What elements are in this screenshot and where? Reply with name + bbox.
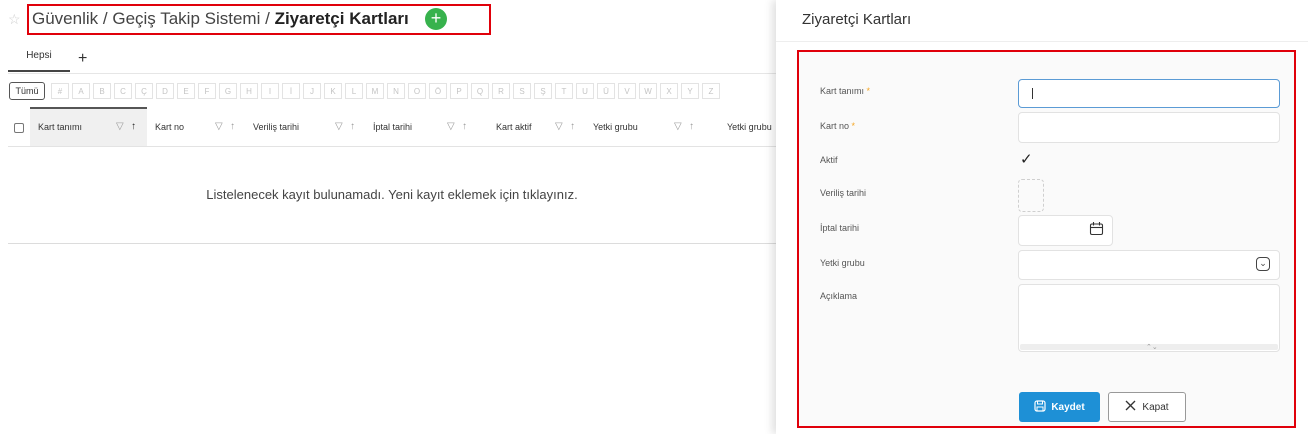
breadcrumb: Güvenlik / Geçiş Takip Sistemi / Ziyaret… <box>32 9 409 29</box>
alphabet-letter[interactable]: F <box>198 83 216 99</box>
alphabet-letter[interactable]: M <box>366 83 384 99</box>
alphabet-letter[interactable]: Ç <box>135 83 153 99</box>
aktif-label: Aktif <box>820 155 838 165</box>
breadcrumb-separator: / <box>265 9 270 28</box>
add-record-button[interactable]: + <box>425 8 447 30</box>
alphabet-letter[interactable]: Ü <box>597 83 615 99</box>
aktif-checkbox[interactable]: ✓ <box>1020 150 1033 168</box>
alphabet-letter[interactable]: E <box>177 83 195 99</box>
alphabet-letter[interactable]: Z <box>702 83 720 99</box>
close-button-label: Kapat <box>1142 401 1169 413</box>
alphabet-letter[interactable]: V <box>618 83 636 99</box>
required-marker: * <box>866 86 871 96</box>
column-header-kart-no[interactable]: Kart no <box>155 122 184 132</box>
panel-header-divider <box>776 41 1308 42</box>
checkmark-icon: ✓ <box>1020 151 1033 168</box>
alphabet-letter[interactable]: S <box>513 83 531 99</box>
select-all-checkbox[interactable] <box>14 123 24 133</box>
kart-no-input[interactable] <box>1018 112 1280 143</box>
alphabet-letter[interactable]: A <box>72 83 90 99</box>
alphabet-letter[interactable]: H <box>240 83 258 99</box>
verilis-tarihi-label: Veriliş tarihi <box>820 188 867 198</box>
plus-circle-icon: + <box>430 8 442 28</box>
breadcrumb-access-tracking[interactable]: Geçiş Takip Sistemi <box>112 9 260 28</box>
text-cursor <box>1032 88 1033 99</box>
sort-icon[interactable]: ↑ <box>350 121 355 132</box>
breadcrumb-security[interactable]: Güvenlik <box>32 9 98 28</box>
tab-hepsi[interactable]: Hepsi <box>8 50 70 72</box>
save-button-label: Kaydet <box>1051 401 1085 413</box>
alphabet-letter[interactable]: U <box>576 83 594 99</box>
add-tab-button[interactable]: + <box>78 50 87 68</box>
alphabet-letter[interactable]: Ö <box>429 83 447 99</box>
column-header-yetki-grubu[interactable]: Yetki grubu <box>593 122 638 132</box>
alphabet-letter[interactable]: C <box>114 83 132 99</box>
aciklama-textarea[interactable] <box>1018 284 1280 352</box>
alphabet-letter[interactable]: # <box>51 83 69 99</box>
alphabet-letter[interactable]: W <box>639 83 657 99</box>
alphabet-letter[interactable]: R <box>492 83 510 99</box>
alphabet-letter[interactable]: T <box>555 83 573 99</box>
save-button[interactable]: Kaydet <box>1019 392 1100 422</box>
alphabet-letter[interactable]: P <box>450 83 468 99</box>
sort-icon[interactable]: ↑ <box>462 121 467 132</box>
alphabet-letter[interactable]: İ <box>282 83 300 99</box>
column-header-yetki-grubu-2[interactable]: Yetki grubu <box>727 122 772 132</box>
kart-no-label: Kart no * <box>820 121 855 131</box>
alphabet-filter: # A B C Ç D E F G H I İ J K L M N O Ö P Q R S Ş T U Ü V W X Y Z <box>51 83 720 99</box>
alphabet-letter[interactable]: X <box>660 83 678 99</box>
verilis-tarihi-input[interactable] <box>1018 179 1044 212</box>
alphabet-letter[interactable]: L <box>345 83 363 99</box>
filter-icon[interactable]: ▽ <box>116 121 124 132</box>
column-header-verilis-tarihi[interactable]: Veriliş tarihi <box>253 122 299 132</box>
close-button[interactable]: Kapat <box>1108 392 1186 422</box>
alphabet-letter[interactable]: Q <box>471 83 489 99</box>
sort-asc-icon[interactable]: ↑ <box>131 121 136 132</box>
alphabet-letter[interactable]: D <box>156 83 174 99</box>
kart-tanimi-label: Kart tanımı * <box>820 86 870 96</box>
kart-tanimi-label-text: Kart tanımı <box>820 86 865 96</box>
column-header-kart-tanimi[interactable]: Kart tanımı <box>38 122 82 132</box>
alphabet-letter[interactable]: K <box>324 83 342 99</box>
iptal-tarihi-label: İptal tarihi <box>820 223 860 233</box>
resize-grip-icon[interactable]: ⌃⌄ <box>1146 343 1158 351</box>
tabs-divider <box>8 73 776 74</box>
alphabet-letter[interactable]: Y <box>681 83 699 99</box>
alphabet-letter[interactable]: O <box>408 83 426 99</box>
alphabet-letter[interactable]: J <box>303 83 321 99</box>
empty-table-message[interactable]: Listelenecek kayıt bulunamadı. Yeni kayı… <box>8 187 776 202</box>
alphabet-letter[interactable]: N <box>387 83 405 99</box>
breadcrumb-separator: / <box>102 9 108 28</box>
filter-icon[interactable]: ▽ <box>215 121 223 132</box>
filter-icon[interactable]: ▽ <box>335 121 343 132</box>
kart-tanimi-input[interactable] <box>1018 79 1280 108</box>
sort-icon[interactable]: ↑ <box>689 121 694 132</box>
column-header-iptal-tarihi[interactable]: İptal tarihi <box>373 122 412 132</box>
alphabet-letter[interactable]: G <box>219 83 237 99</box>
chevron-down-icon[interactable]: ⌄ <box>1256 257 1270 271</box>
alphabet-letter[interactable]: B <box>93 83 111 99</box>
filter-icon[interactable]: ▽ <box>674 121 682 132</box>
required-marker: * <box>851 121 856 131</box>
aciklama-label: Açıklama <box>820 291 858 301</box>
yetki-grubu-label: Yetki grubu <box>820 258 865 268</box>
table-bottom-divider <box>8 243 776 244</box>
alphabet-letter[interactable]: I <box>261 83 279 99</box>
column-header-kart-aktif[interactable]: Kart aktif <box>496 122 532 132</box>
pin-icon[interactable]: ☆ <box>8 11 21 28</box>
alphabet-letter[interactable]: Ş <box>534 83 552 99</box>
filter-icon[interactable]: ▽ <box>555 121 563 132</box>
save-icon <box>1034 399 1046 415</box>
alphabet-all-button[interactable]: Tümü <box>9 82 45 100</box>
close-icon <box>1125 400 1136 414</box>
kart-no-label-text: Kart no <box>820 121 850 131</box>
sort-icon[interactable]: ↑ <box>570 121 575 132</box>
filter-icon[interactable]: ▽ <box>447 121 455 132</box>
yetki-grubu-select[interactable] <box>1018 250 1280 280</box>
page-title: Ziyaretçi Kartları <box>274 9 409 28</box>
panel-title: Ziyaretçi Kartları <box>802 11 912 28</box>
sort-icon[interactable]: ↑ <box>230 121 235 132</box>
calendar-icon[interactable] <box>1089 221 1104 239</box>
